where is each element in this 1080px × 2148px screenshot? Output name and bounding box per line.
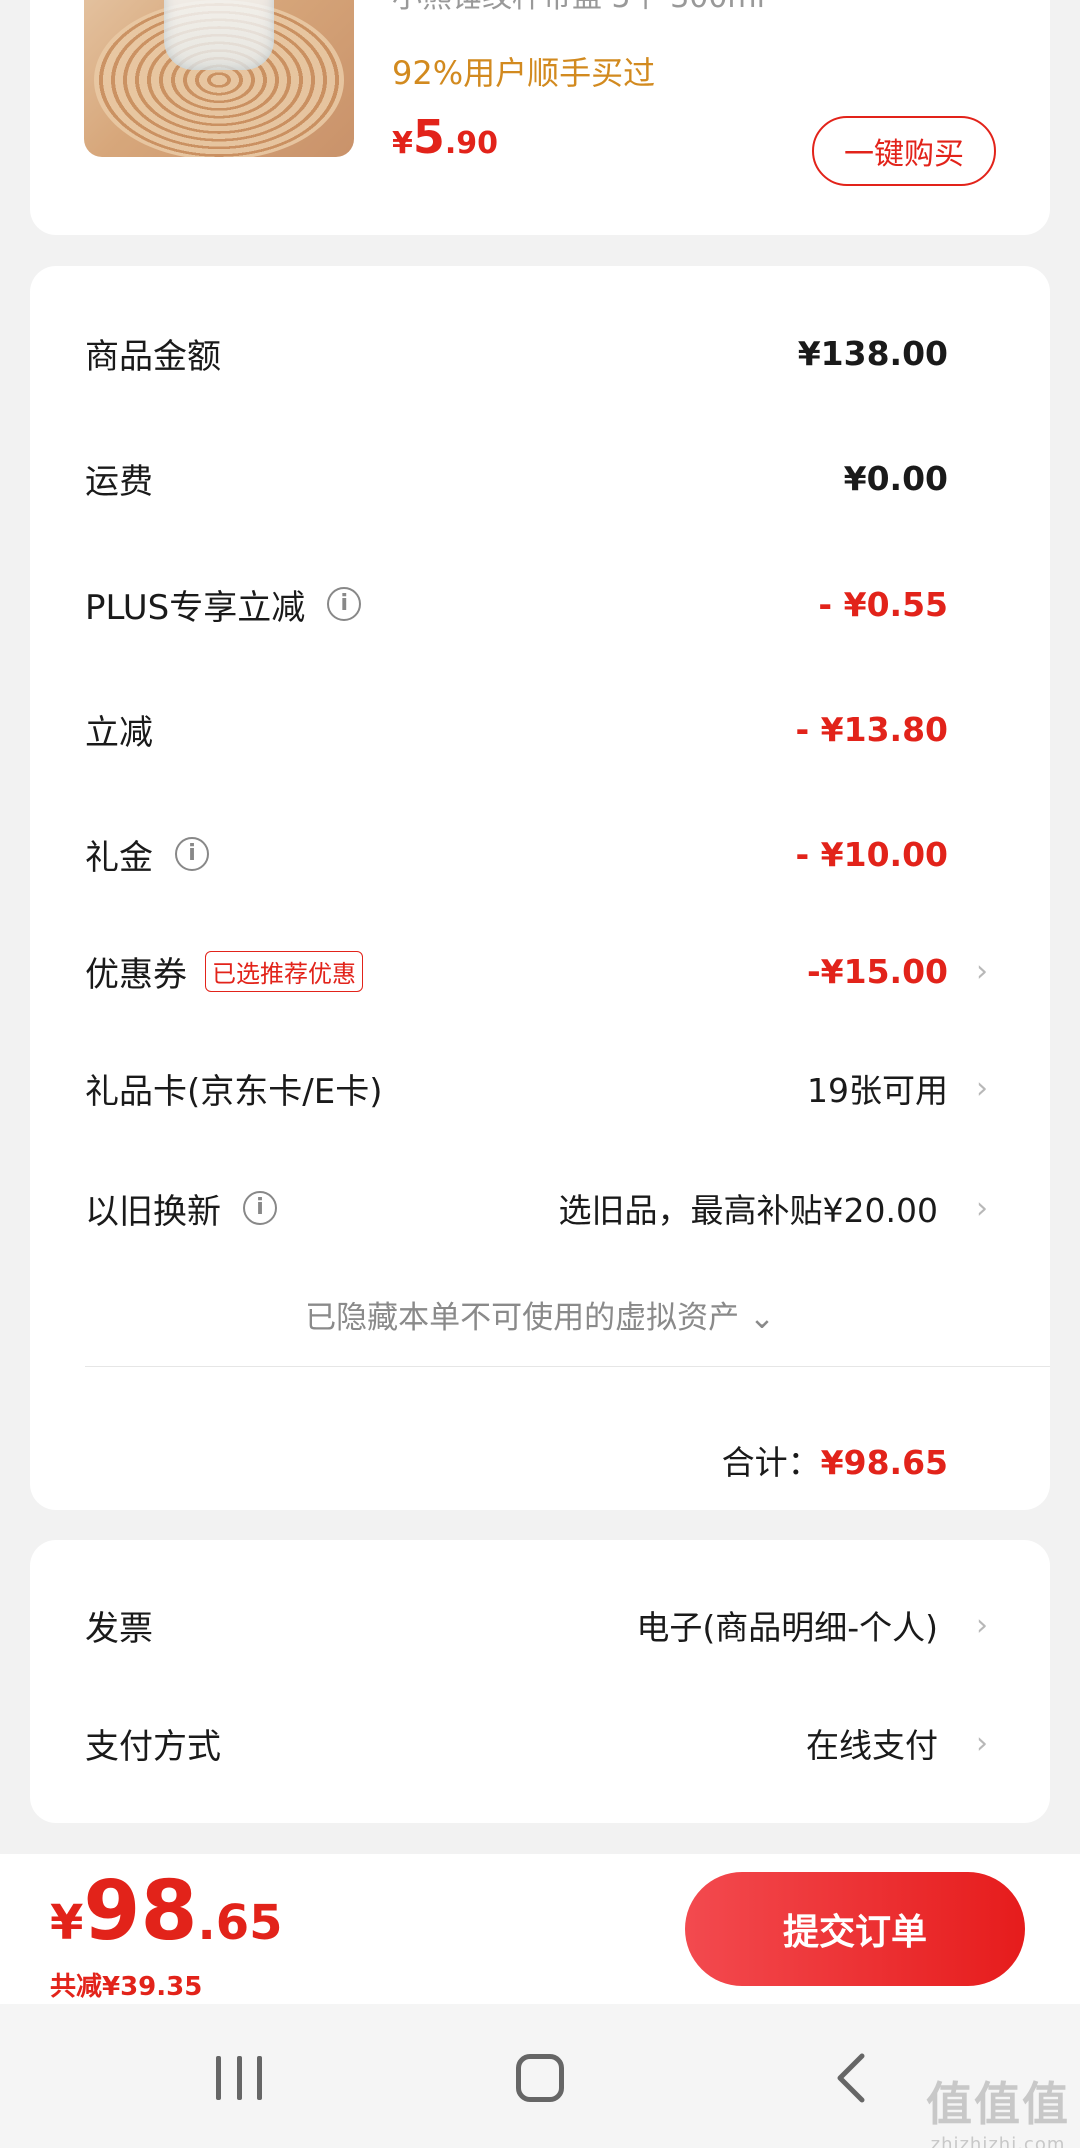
back-icon[interactable]	[826, 2050, 882, 2106]
product-title: 小熊锤纹杯带盖 5个 300ml	[392, 0, 765, 10]
watermark-main: 值值值	[926, 2077, 1070, 2131]
payable-decimal: .65	[197, 1895, 283, 1951]
checkout-bar: ¥98.65 共减¥39.35 提交订单	[0, 1854, 1080, 2004]
payable-symbol: ¥	[50, 1895, 84, 1951]
chevron-right-icon: ›	[976, 1070, 988, 1106]
chevron-right-icon: ›	[976, 1725, 988, 1761]
shipping-row: 运费 ¥0.00	[85, 448, 1050, 508]
gift-card-label: 礼品卡(京东卡/E卡)	[85, 1071, 383, 1112]
payable-integer: 98	[83, 1864, 198, 1959]
home-icon[interactable]	[516, 2054, 564, 2102]
total-value: ¥98.65	[820, 1443, 948, 1482]
recent-apps-icon[interactable]	[216, 2056, 262, 2100]
coupon-row[interactable]: 优惠券 已选推荐优惠 -¥15.00 ›	[85, 941, 1050, 1001]
hidden-assets-text: 已隐藏本单不可使用的虚拟资产	[305, 1300, 740, 1336]
coupon-label-wrap: 优惠券 已选推荐优惠	[85, 947, 363, 996]
total-saved-text: 共减¥39.35	[50, 1972, 203, 2002]
plus-discount-value: - ¥0.55	[818, 584, 948, 624]
invoice-payment-card: 发票 电子(商品明细-个人) › 支付方式 在线支付 ›	[30, 1540, 1050, 1823]
payable-price: ¥98.65	[50, 1864, 283, 1959]
info-icon[interactable]: i	[243, 1191, 277, 1225]
gift-money-label: 礼金	[85, 837, 153, 878]
gift-money-value: - ¥10.00	[795, 834, 948, 874]
product-buyers-text: 92%用户顺手买过	[392, 54, 656, 92]
price-symbol: ¥	[392, 126, 413, 161]
info-icon[interactable]: i	[327, 587, 362, 621]
gift-card-row[interactable]: 礼品卡(京东卡/E卡) 19张可用 ›	[85, 1058, 1050, 1118]
trade-in-label-wrap: 以旧换新 i	[85, 1184, 277, 1233]
price-detail-card: 商品金额 ¥138.00 运费 ¥0.00 PLUS专享立减 i - ¥0.55…	[30, 266, 1050, 1510]
invoice-row[interactable]: 发票 电子(商品明细-个人) ›	[85, 1595, 1050, 1655]
coupon-label: 优惠券	[85, 954, 187, 995]
trade-in-row[interactable]: 以旧换新 i 选旧品，最高补贴¥20.00 ›	[85, 1178, 1050, 1238]
plus-discount-label: PLUS专享立减	[85, 587, 306, 628]
recommend-product-card: 小熊锤纹杯带盖 5个 300ml 92%用户顺手买过 ¥5.90 一键购买	[30, 0, 1050, 235]
plus-discount-row: PLUS专享立减 i - ¥0.55	[85, 574, 1050, 634]
chevron-down-icon: ⌄	[748, 1300, 775, 1336]
order-total: 合计：¥98.65	[722, 1436, 948, 1484]
trade-in-value: 选旧品，最高补贴¥20.00	[558, 1191, 938, 1230]
watermark-logo: 值值值 zhizhizhi.com	[926, 2068, 1070, 2148]
invoice-value: 电子(商品明细-个人)	[636, 1608, 938, 1647]
hidden-assets-toggle[interactable]: 已隐藏本单不可使用的虚拟资产 ⌄	[30, 1292, 1050, 1337]
chevron-right-icon: ›	[976, 953, 988, 989]
payment-method-value: 在线支付	[806, 1726, 938, 1765]
submit-order-button[interactable]: 提交订单	[685, 1872, 1025, 1986]
goods-amount-row: 商品金额 ¥138.00	[85, 323, 1050, 383]
shipping-label: 运费	[85, 461, 153, 502]
one-click-buy-button[interactable]: 一键购买	[812, 116, 996, 186]
chevron-right-icon: ›	[976, 1190, 988, 1226]
instant-discount-value: - ¥13.80	[795, 709, 948, 749]
info-icon[interactable]: i	[175, 837, 209, 871]
system-nav-bar: 值值值 zhizhizhi.com	[0, 2004, 1080, 2148]
price-integer: 5	[412, 110, 445, 164]
watermark-sub: zhizhizhi.com	[930, 2134, 1066, 2148]
coupon-value: -¥15.00	[806, 951, 948, 991]
plus-discount-label-wrap: PLUS专享立减 i	[85, 580, 362, 629]
gift-money-row: 礼金 i - ¥10.00	[85, 824, 1050, 884]
chevron-right-icon: ›	[976, 1607, 988, 1643]
instant-discount-row: 立减 - ¥13.80	[85, 699, 1050, 759]
product-price: ¥5.90	[392, 110, 498, 164]
total-label: 合计：	[721, 1443, 821, 1482]
goods-amount-value: ¥138.00	[797, 333, 948, 373]
shipping-value: ¥0.00	[843, 458, 948, 498]
divider	[85, 1366, 1050, 1367]
goods-amount-label: 商品金额	[85, 336, 221, 377]
invoice-label: 发票	[85, 1608, 153, 1649]
trade-in-label: 以旧换新	[85, 1191, 221, 1232]
price-decimal: .90	[444, 126, 499, 161]
coupon-recommend-tag: 已选推荐优惠	[205, 950, 363, 992]
product-image[interactable]	[84, 0, 354, 157]
payment-method-label: 支付方式	[85, 1726, 221, 1767]
gift-card-value: 19张可用	[807, 1071, 948, 1110]
gift-money-label-wrap: 礼金 i	[85, 830, 209, 879]
payment-method-row[interactable]: 支付方式 在线支付 ›	[85, 1713, 1050, 1773]
instant-discount-label: 立减	[85, 712, 153, 753]
